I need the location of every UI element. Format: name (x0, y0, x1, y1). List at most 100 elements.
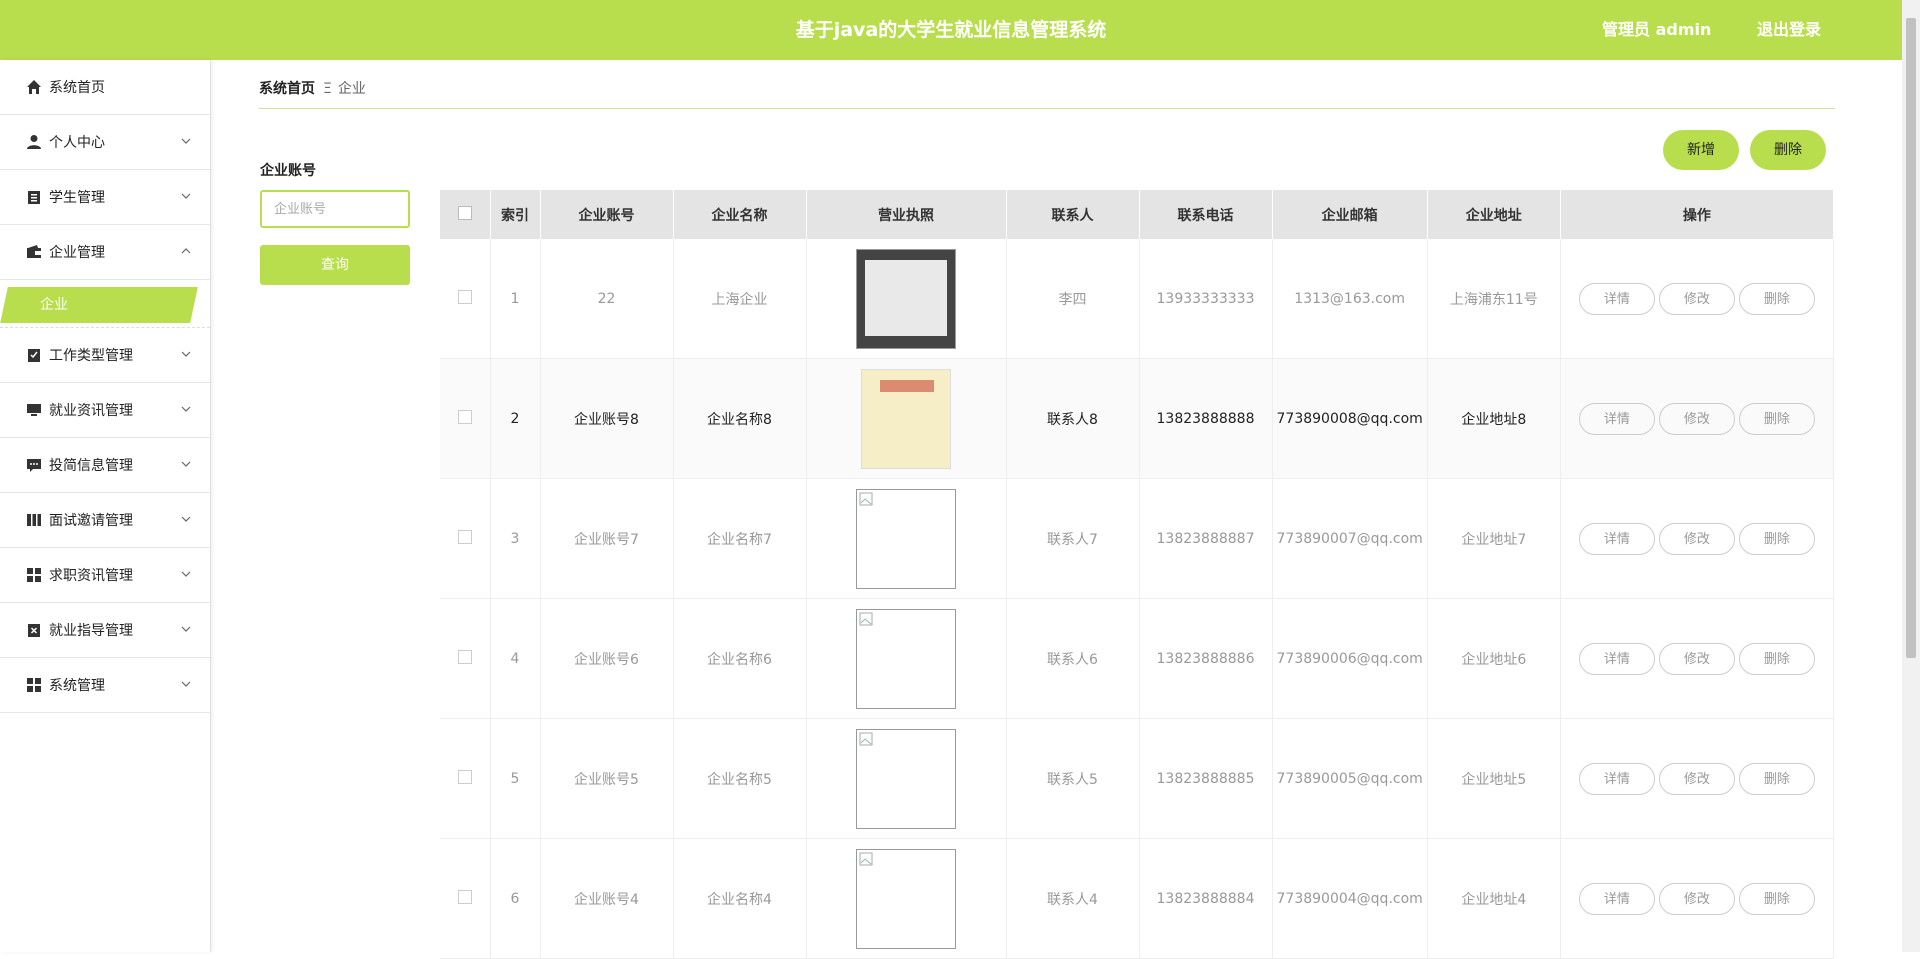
delete-row-button[interactable]: 删除 (1738, 882, 1815, 915)
breadcrumb: 系统首页 Ξ 企业 (259, 78, 366, 98)
sidebar-item-job-seeking-news[interactable]: 求职资讯管理 (0, 548, 210, 603)
sidebar-item-interviews[interactable]: 面试邀请管理 (0, 493, 210, 548)
cell-contact: 联系人4 (1006, 838, 1140, 959)
cell-contact: 联系人6 (1006, 598, 1140, 719)
select-all-checkbox[interactable] (457, 205, 472, 220)
search-label: 企业账号 (260, 163, 316, 179)
row-checkbox[interactable] (457, 529, 472, 544)
edit-button[interactable]: 修改 (1658, 402, 1735, 435)
sidebar-item-label: 求职资讯管理 (49, 568, 133, 584)
chevron-down-icon (181, 406, 191, 412)
sidebar-item-label: 企业管理 (49, 245, 105, 261)
delete-row-button[interactable]: 删除 (1738, 282, 1815, 315)
table-row: 1 22 上海企业 李四 13933333333 1313@163.com 上海… (440, 239, 1835, 359)
sidebar-item-employment-news[interactable]: 就业资讯管理 (0, 383, 210, 438)
row-checkbox[interactable] (457, 289, 472, 304)
edit-button[interactable]: 修改 (1658, 522, 1735, 555)
query-button[interactable]: 查询 (260, 245, 410, 285)
table-body: 1 22 上海企业 李四 13933333333 1313@163.com 上海… (440, 239, 1835, 959)
chevron-down-icon (181, 571, 191, 577)
chat-icon (27, 459, 41, 472)
sidebar-item-enterprise[interactable]: 企业管理 (0, 225, 210, 280)
cell-contact: 联系人7 (1006, 478, 1140, 599)
cell-index: 3 (490, 478, 541, 599)
chevron-down-icon (181, 351, 191, 357)
edit-button[interactable]: 修改 (1658, 882, 1735, 915)
edit-button[interactable]: 修改 (1658, 282, 1735, 315)
sidebar-item-home[interactable]: 系统首页 (0, 60, 210, 115)
sidebar-subitem-enterprise[interactable]: 企业 (0, 280, 210, 328)
sidebar-item-label: 投简信息管理 (49, 458, 133, 474)
broken-image-icon (859, 852, 873, 865)
sidebar-item-label: 就业资讯管理 (49, 403, 133, 419)
license-image[interactable] (856, 728, 956, 829)
enterprise-account-search-input[interactable] (260, 190, 410, 228)
page-scrollbar[interactable] (1902, 0, 1920, 952)
license-image[interactable] (856, 848, 956, 949)
license-image[interactable] (861, 368, 951, 469)
sidebar-item-label: 学生管理 (49, 190, 105, 206)
cell-address: 企业地址6 (1427, 598, 1561, 719)
delete-row-button[interactable]: 删除 (1738, 642, 1815, 675)
logout-link[interactable]: 退出登录 (1757, 0, 1821, 60)
cell-phone: 13823888887 (1139, 478, 1273, 599)
row-checkbox[interactable] (457, 769, 472, 784)
detail-button[interactable]: 详情 (1578, 642, 1655, 675)
edit-button[interactable]: 修改 (1658, 642, 1735, 675)
delete-row-button[interactable]: 删除 (1738, 522, 1815, 555)
column-header: 营业执照 (806, 190, 1007, 239)
enterprise-table: 索引 企业账号 企业名称 营业执照 联系人 联系电话 企业邮箱 企业地址 操作 … (440, 190, 1835, 959)
detail-button[interactable]: 详情 (1578, 402, 1655, 435)
sidebar-item-personal[interactable]: 个人中心 (0, 115, 210, 170)
breadcrumb-divider (259, 108, 1835, 109)
current-user: 管理员 admin (1602, 20, 1712, 39)
column-header: 企业地址 (1427, 190, 1561, 239)
row-checkbox[interactable] (457, 889, 472, 904)
cell-address: 企业地址5 (1427, 718, 1561, 839)
delete-row-button[interactable]: 删除 (1738, 402, 1815, 435)
add-button[interactable]: 新增 (1663, 130, 1739, 170)
sidebar-item-students[interactable]: 学生管理 (0, 170, 210, 225)
cell-name: 企业名称4 (673, 838, 807, 959)
cell-account: 企业账号6 (540, 598, 674, 719)
cell-phone: 13933333333 (1139, 239, 1273, 359)
cell-account: 企业账号7 (540, 478, 674, 599)
clipboard-x-icon (28, 624, 40, 637)
detail-button[interactable]: 详情 (1578, 762, 1655, 795)
breadcrumb-home[interactable]: 系统首页 (259, 81, 315, 97)
detail-button[interactable]: 详情 (1578, 522, 1655, 555)
cell-name: 企业名称6 (673, 598, 807, 719)
select-all-header[interactable] (440, 190, 491, 239)
sidebar-item-job-types[interactable]: 工作类型管理 (0, 328, 210, 383)
table-row: 3 企业账号7 企业名称7 联系人7 13823888887 773890007… (440, 478, 1835, 599)
batch-delete-button[interactable]: 删除 (1750, 130, 1826, 170)
license-image[interactable] (856, 488, 956, 589)
detail-button[interactable]: 详情 (1578, 882, 1655, 915)
cell-contact: 联系人8 (1006, 358, 1140, 479)
broken-image-icon (859, 612, 873, 625)
sidebar-item-label: 系统管理 (49, 678, 105, 694)
column-header: 企业邮箱 (1272, 190, 1428, 239)
cell-contact: 联系人5 (1006, 718, 1140, 839)
table-row: 5 企业账号5 企业名称5 联系人5 13823888885 773890005… (440, 718, 1835, 839)
cell-phone: 13823888886 (1139, 598, 1273, 719)
monitor-icon (27, 404, 41, 416)
license-image[interactable] (856, 248, 956, 349)
license-image[interactable] (856, 608, 956, 709)
edit-button[interactable]: 修改 (1658, 762, 1735, 795)
row-checkbox[interactable] (457, 409, 472, 424)
cell-name: 企业名称5 (673, 718, 807, 839)
sidebar-item-system[interactable]: 系统管理 (0, 658, 210, 713)
grid-icon (27, 678, 41, 692)
scrollbar-thumb[interactable] (1906, 18, 1916, 658)
sidebar: 系统首页 个人中心 学生管理 企业管理 企业 工作类型管理 就业资讯管理 投简信… (0, 60, 211, 952)
chevron-down-icon (181, 516, 191, 522)
delete-row-button[interactable]: 删除 (1738, 762, 1815, 795)
breadcrumb-separator: Ξ (323, 81, 332, 97)
detail-button[interactable]: 详情 (1578, 282, 1655, 315)
sidebar-item-resumes[interactable]: 投简信息管理 (0, 438, 210, 493)
book-icon (27, 514, 41, 526)
row-checkbox[interactable] (457, 649, 472, 664)
sidebar-item-guidance[interactable]: 就业指导管理 (0, 603, 210, 658)
active-highlight (0, 287, 198, 323)
